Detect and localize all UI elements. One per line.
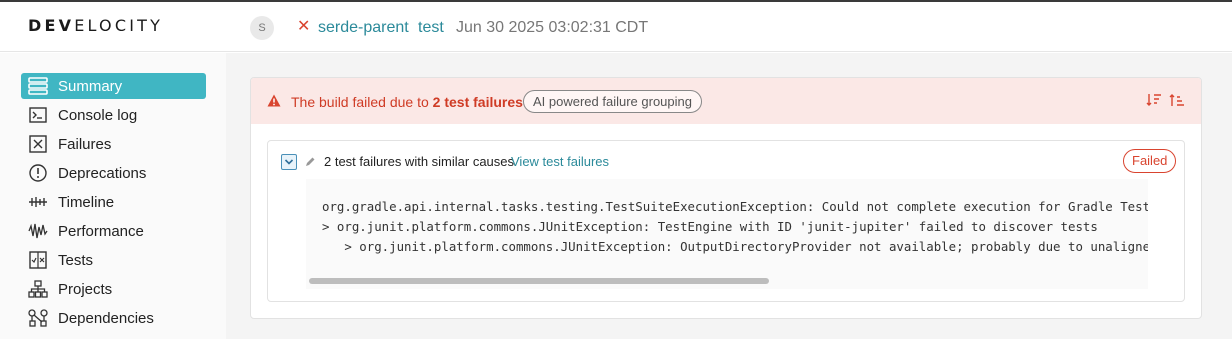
sidebar-item-performance[interactable]: Performance: [21, 218, 206, 244]
console-icon: [27, 105, 49, 125]
build-failed-icon: ✕: [297, 18, 311, 35]
ai-failure-grouping-badge[interactable]: AI powered failure grouping: [523, 90, 702, 113]
sort-ascending-icon[interactable]: [1169, 93, 1185, 112]
logo-bold-text: DEV: [28, 16, 75, 35]
deprecations-icon: [27, 163, 49, 183]
chevron-down-icon: [284, 159, 294, 165]
view-test-failures-link[interactable]: View test failures: [511, 154, 609, 170]
performance-icon: [27, 221, 49, 241]
warning-icon: [267, 94, 281, 112]
sidebar-item-timeline[interactable]: Timeline: [21, 189, 206, 215]
failure-group: 2 test failures with similar causes View…: [267, 140, 1185, 302]
task-link[interactable]: test: [418, 18, 444, 38]
failure-card: The build failed due to 2 test failures …: [250, 77, 1202, 319]
failure-group-title: 2 test failures with similar causes: [324, 154, 515, 169]
avatar[interactable]: S: [250, 16, 274, 40]
stacktrace-line: org.gradle.api.internal.tasks.testing.Te…: [322, 199, 1148, 214]
sidebar-item-projects[interactable]: Projects: [21, 276, 206, 302]
develocity-logo[interactable]: DEVELOCITY: [28, 16, 163, 35]
stacktrace-block[interactable]: org.gradle.api.internal.tasks.testing.Te…: [306, 179, 1148, 289]
build-timestamp: Jun 30 2025 03:02:31 CDT: [456, 19, 649, 36]
collapse-toggle[interactable]: [281, 154, 297, 170]
stacktrace-line: > org.junit.platform.commons.JUnitExcept…: [322, 219, 1098, 234]
sidebar-item-console-log[interactable]: Console log: [21, 102, 206, 128]
sidebar-item-dependencies[interactable]: Dependencies: [21, 305, 206, 331]
sidebar-item-label: Summary: [58, 77, 123, 95]
sidebar-item-label: Performance: [58, 222, 144, 240]
projects-icon: [27, 279, 49, 299]
sidebar-item-label: Failures: [58, 135, 112, 153]
scrollbar-thumb[interactable]: [309, 278, 769, 284]
sort-descending-icon[interactable]: [1146, 93, 1162, 112]
sidebar-item-label: Deprecations: [58, 164, 147, 182]
failure-summary-prefix: The build failed due to: [291, 94, 433, 110]
failed-status-badge: Failed: [1123, 149, 1177, 173]
dependencies-icon: [27, 308, 49, 328]
header: DEVELOCITY S ✕ serde-parent test Jun 30 …: [0, 2, 1232, 52]
sidebar-item-label: Console log: [58, 106, 138, 124]
failure-summary-text: The build failed due to 2 test failures: [291, 94, 523, 110]
failure-count: 2 test failures: [432, 94, 523, 110]
project-link[interactable]: serde-parent: [318, 18, 409, 38]
sidebar-item-tests[interactable]: Tests: [21, 247, 206, 273]
sidebar-item-deprecations[interactable]: Deprecations: [21, 160, 206, 186]
main-content: The build failed due to 2 test failures …: [226, 53, 1232, 339]
pencil-icon[interactable]: [304, 155, 316, 173]
horizontal-scrollbar[interactable]: [306, 277, 1148, 285]
sidebar: Summary Console log Failures Deprecation…: [0, 53, 226, 339]
failures-icon: [27, 134, 49, 154]
sidebar-item-summary[interactable]: Summary: [21, 73, 206, 99]
logo-light-text: ELOCITY: [74, 16, 164, 35]
sidebar-item-label: Projects: [58, 280, 113, 298]
failure-banner: The build failed due to 2 test failures …: [251, 78, 1201, 124]
sidebar-item-label: Tests: [58, 251, 94, 269]
sidebar-item-failures[interactable]: Failures: [21, 131, 206, 157]
tests-icon: [27, 250, 49, 270]
sidebar-item-label: Dependencies: [58, 309, 154, 327]
timeline-icon: [27, 192, 49, 212]
summary-icon: [27, 76, 49, 96]
sidebar-item-label: Timeline: [58, 193, 115, 211]
stacktrace-line: > org.junit.platform.commons.JUnitExcept…: [322, 239, 1148, 254]
